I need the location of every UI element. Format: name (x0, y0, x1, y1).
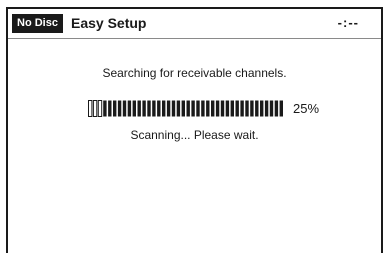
scan-progress-bar (88, 100, 284, 117)
time-display: -:-- (337, 15, 359, 30)
progress-segment-filled (108, 100, 112, 117)
progress-segment-filled (142, 100, 146, 117)
progress-segment-filled (181, 100, 185, 117)
progress-segment-filled (147, 100, 151, 117)
progress-segment-filled (137, 100, 141, 117)
progress-segment-filled (152, 100, 156, 117)
scan-message: Searching for receivable channels. (102, 66, 287, 80)
progress-segment-filled (255, 100, 259, 117)
disc-status-badge: No Disc (12, 14, 63, 33)
progress-segment-filled (191, 100, 195, 117)
setup-screen: No Disc Easy Setup -:-- Searching for re… (6, 7, 383, 253)
progress-segment-filled (230, 100, 234, 117)
progress-segment-filled (103, 100, 107, 117)
progress-segment-filled (127, 100, 132, 117)
progress-segment-filled (113, 100, 117, 117)
progress-segment-outline (97, 100, 103, 117)
scan-status-text: Scanning... Please wait. (130, 128, 259, 142)
progress-segment-filled (206, 100, 210, 117)
progress-segment-filled (166, 100, 171, 117)
progress-segment-filled (240, 100, 244, 117)
progress-segment-filled (171, 100, 176, 117)
progress-segment-filled (279, 100, 283, 117)
progress-segment-filled (260, 100, 264, 117)
progress-percent: 25% (293, 101, 320, 116)
header-bar: No Disc Easy Setup -:-- (8, 9, 381, 39)
progress-segment-filled (235, 100, 239, 117)
progress-segment-filled (215, 100, 220, 117)
progress-segment-filled (176, 100, 181, 117)
progress-segment-filled (225, 100, 230, 117)
progress-segment-filled (264, 100, 269, 117)
progress-segment-filled (250, 100, 254, 117)
progress-segment-outline (88, 100, 93, 117)
progress-segment-filled (157, 100, 161, 117)
progress-bar-graphic (88, 100, 283, 117)
progress-segment-filled (220, 100, 225, 117)
progress-segment-filled (196, 100, 200, 117)
progress-segment-filled (211, 100, 215, 117)
progress-segment-filled (186, 100, 190, 117)
progress-segment-filled (122, 100, 127, 117)
screen-title: Easy Setup (71, 15, 147, 31)
progress-segment-filled (201, 100, 205, 117)
progress-segment-filled (269, 100, 274, 117)
progress-segment-filled (274, 100, 279, 117)
progress-segment-filled (162, 100, 166, 117)
progress-segment-outline (92, 100, 98, 117)
progress-segment-filled (132, 100, 136, 117)
progress-segment-filled (245, 100, 249, 117)
progress-segment-filled (117, 100, 122, 117)
